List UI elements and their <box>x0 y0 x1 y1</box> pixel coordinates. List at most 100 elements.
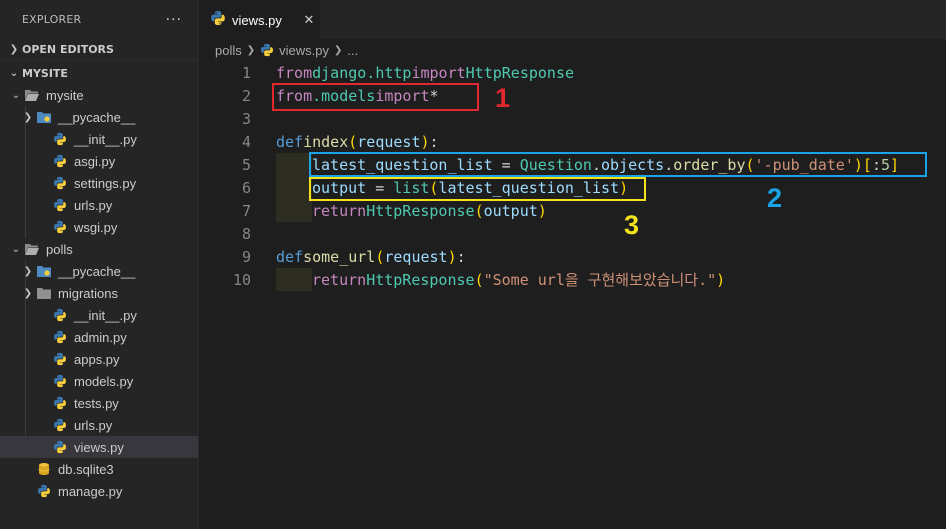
project-section[interactable]: ⌄ MYSITE <box>0 62 198 84</box>
editor-area: views.py ✕ polls ❯ views.py ❯ ... 1 2 3 … <box>199 0 946 529</box>
tree-item-label: urls.py <box>74 197 113 213</box>
chevron-right-icon: ❯ <box>23 265 33 277</box>
python-file-icon <box>52 395 68 411</box>
tree-item-label: polls <box>46 241 73 257</box>
tree-item[interactable]: wsgi.py <box>0 216 198 238</box>
python-file-icon <box>52 329 68 345</box>
tree-item[interactable]: views.py <box>0 436 198 458</box>
tree-item[interactable]: manage.py <box>0 480 198 502</box>
indent-highlight <box>276 268 312 291</box>
line-number: 1 <box>241 63 251 82</box>
line-number: 6 <box>241 178 251 197</box>
chevron-right-icon: ❯ <box>9 44 19 55</box>
tree-item-label: __pycache__ <box>58 263 136 279</box>
annotation-marker-1: 1 <box>495 83 511 113</box>
tree-item[interactable]: tests.py <box>0 392 198 414</box>
python-file-icon <box>36 483 52 499</box>
open-editors-section[interactable]: ❯ OPEN EDITORS <box>0 39 198 61</box>
line-number: 7 <box>241 201 251 220</box>
line-number: 5 <box>241 155 251 174</box>
tree-item-label: models.py <box>74 373 134 389</box>
python-file-icon <box>52 153 68 169</box>
python-file-icon <box>52 175 68 191</box>
line-number: 10 <box>232 270 251 289</box>
python-file-icon <box>52 197 68 213</box>
tree-item-label: apps.py <box>74 351 120 367</box>
annotation-box-yellow <box>309 177 646 201</box>
line-number: 2 <box>241 86 251 105</box>
chevron-down-icon: ⌄ <box>11 89 21 101</box>
breadcrumb-file[interactable]: views.py <box>279 43 329 58</box>
tree-item-label: settings.py <box>74 175 137 191</box>
python-file-icon <box>52 219 68 235</box>
tree-item[interactable]: urls.py <box>0 194 198 216</box>
code-line-1: from django.http import HttpResponse <box>276 63 575 82</box>
python-file-icon <box>52 439 68 455</box>
file-tree: ⌄ mysite ❯ __pycache__ __init__.py asgi.py set… <box>0 84 198 502</box>
annotation-box-blue <box>309 152 927 177</box>
tree-item[interactable]: ❯ __pycache__ <box>0 260 198 282</box>
python-file-icon <box>260 43 274 57</box>
tree-item-label: __init__.py <box>74 131 137 147</box>
tree-item-label: tests.py <box>74 395 119 411</box>
tab-views-py[interactable]: views.py ✕ <box>199 0 320 39</box>
annotation-marker-2: 2 <box>767 183 783 213</box>
indent-highlight <box>276 199 312 222</box>
python-file-icon <box>210 10 226 30</box>
code-line-7: return HttpResponse(output) <box>312 201 547 220</box>
tree-item[interactable]: apps.py <box>0 348 198 370</box>
tree-item[interactable]: ❯ migrations <box>0 282 198 304</box>
tree-item[interactable]: __init__.py <box>0 128 198 150</box>
tree-item[interactable]: ⌄ mysite <box>0 84 198 106</box>
code-line-4: def index(request): <box>276 132 439 151</box>
code-editor[interactable]: 1 2 3 4 5 6 7 8 9 10 from django.http im… <box>199 61 946 529</box>
tree-item[interactable]: ❯ __pycache__ <box>0 106 198 128</box>
indent-highlight <box>276 176 312 199</box>
annotation-marker-3: 3 <box>624 210 640 240</box>
project-label: MYSITE <box>22 66 68 80</box>
more-actions-icon[interactable]: ··· <box>166 12 182 28</box>
line-number: 4 <box>241 132 251 151</box>
tab-bar: views.py ✕ <box>199 0 946 39</box>
folder-icon <box>36 285 52 301</box>
breadcrumb-symbol[interactable]: ... <box>347 43 358 58</box>
tree-item-label: admin.py <box>74 329 127 345</box>
breadcrumb-folder[interactable]: polls <box>215 43 242 58</box>
close-icon[interactable]: ✕ <box>298 13 320 28</box>
tree-item[interactable]: __init__.py <box>0 304 198 326</box>
tree-item[interactable]: urls.py <box>0 414 198 436</box>
line-number: 3 <box>241 109 251 128</box>
indent-highlight <box>276 153 312 176</box>
tree-item-label: wsgi.py <box>74 219 118 235</box>
explorer-title: EXPLORER <box>22 13 82 26</box>
chevron-right-icon: ❯ <box>334 44 343 56</box>
tree-item[interactable]: settings.py <box>0 172 198 194</box>
folder-open-icon <box>24 241 40 257</box>
tree-item[interactable]: admin.py <box>0 326 198 348</box>
tree-item-label: manage.py <box>58 483 123 499</box>
tree-item-label: __init__.py <box>74 307 137 323</box>
breadcrumb: polls ❯ views.py ❯ ... <box>199 39 946 61</box>
chevron-down-icon: ⌄ <box>11 243 21 255</box>
python-file-icon <box>52 307 68 323</box>
tree-item[interactable]: ⌄ polls <box>0 238 198 260</box>
python-folder-icon <box>36 263 52 279</box>
tree-item-label: urls.py <box>74 417 113 433</box>
chevron-down-icon: ⌄ <box>9 67 19 79</box>
code-line-9: def some_url(request): <box>276 247 466 266</box>
code-line-10: return HttpResponse("Some url을 구현해보았습니다.… <box>312 270 726 290</box>
annotation-box-red <box>272 83 479 111</box>
tree-item-label: __pycache__ <box>58 109 136 125</box>
tree-item[interactable]: asgi.py <box>0 150 198 172</box>
database-icon <box>36 461 52 477</box>
tree-item-label: views.py <box>74 439 124 455</box>
tree-item[interactable]: models.py <box>0 370 198 392</box>
python-file-icon <box>52 131 68 147</box>
python-file-icon <box>52 373 68 389</box>
folder-open-icon <box>24 87 40 103</box>
tab-label: views.py <box>232 12 282 28</box>
tree-item[interactable]: db.sqlite3 <box>0 458 198 480</box>
python-file-icon <box>52 351 68 367</box>
line-number: 9 <box>241 247 251 266</box>
python-folder-icon <box>36 109 52 125</box>
